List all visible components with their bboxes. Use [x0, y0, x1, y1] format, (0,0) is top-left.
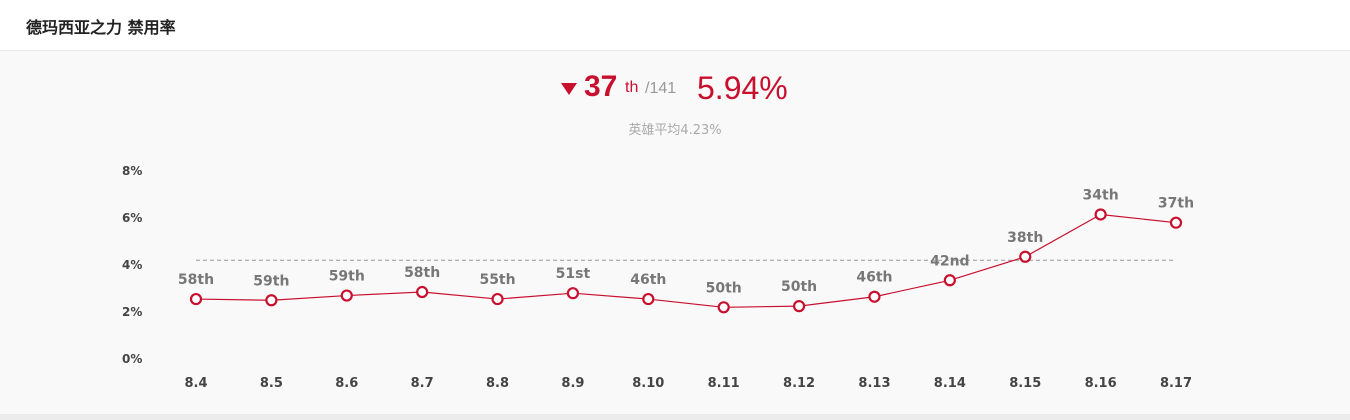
data-point: [1169, 216, 1183, 229]
data-point: [943, 274, 956, 287]
x-tick-label: 8.10: [632, 376, 664, 391]
x-tick-label: 8.5: [260, 376, 283, 391]
data-point: [868, 290, 881, 303]
data-point: [1094, 208, 1107, 221]
data-label: 50th: [781, 279, 817, 295]
y-tick-label: 6%: [122, 211, 142, 225]
x-tick-label: 8.15: [1009, 376, 1041, 391]
data-point: [416, 285, 429, 299]
y-tick-label: 0%: [122, 352, 142, 366]
y-tick-label: 2%: [122, 305, 142, 319]
data-label: 46th: [630, 272, 666, 288]
data-point: [265, 294, 278, 307]
data-label: 42nd: [930, 253, 969, 269]
x-tick-label: 8.12: [783, 376, 815, 391]
y-tick-label: 4%: [122, 258, 142, 272]
data-point: [1019, 250, 1032, 263]
data-label: 58th: [178, 272, 214, 288]
data-point: [642, 292, 655, 306]
data-label: 59th: [253, 273, 289, 289]
x-tick-label: 8.16: [1085, 376, 1117, 391]
x-tick-label: 8.14: [934, 376, 966, 391]
ban-rate-line-chart: 0% 2% 4% 6% 8% 8.4 8.5 8.6 8.7 8.8 8.9 8.10 8.11 8.12…: [122, 164, 1194, 391]
ban-rate-panel: 德玛西亚之力 禁用率 37 th /141 5.94% 英雄平均4.23% 0%…: [0, 0, 1350, 420]
data-label: 59th: [329, 269, 365, 285]
data-label: 34th: [1083, 187, 1119, 203]
data-label: 58th: [404, 265, 440, 281]
data-label: 55th: [479, 272, 515, 288]
data-point: [491, 292, 504, 306]
x-tick-label: 8.8: [486, 376, 509, 391]
data-label: 50th: [706, 280, 742, 296]
data-label: 38th: [1007, 230, 1043, 246]
x-tick-label: 8.6: [335, 376, 358, 391]
x-tick-label: 8.9: [561, 376, 584, 391]
data-point: [189, 292, 203, 306]
x-tick-label: 8.13: [858, 376, 890, 391]
x-tick-label: 8.4: [184, 376, 207, 391]
x-tick-label: 8.7: [411, 376, 434, 391]
data-label: 37th: [1158, 196, 1194, 212]
x-tick-label: 8.11: [708, 376, 740, 391]
data-point: [717, 301, 730, 314]
data-label: 46th: [856, 270, 892, 286]
data-point: [566, 287, 580, 300]
y-tick-label: 8%: [122, 164, 142, 178]
x-tick-label: 8.17: [1160, 376, 1192, 391]
data-label: 51st: [556, 266, 591, 282]
data-point: [792, 300, 806, 313]
data-point: [340, 289, 353, 302]
